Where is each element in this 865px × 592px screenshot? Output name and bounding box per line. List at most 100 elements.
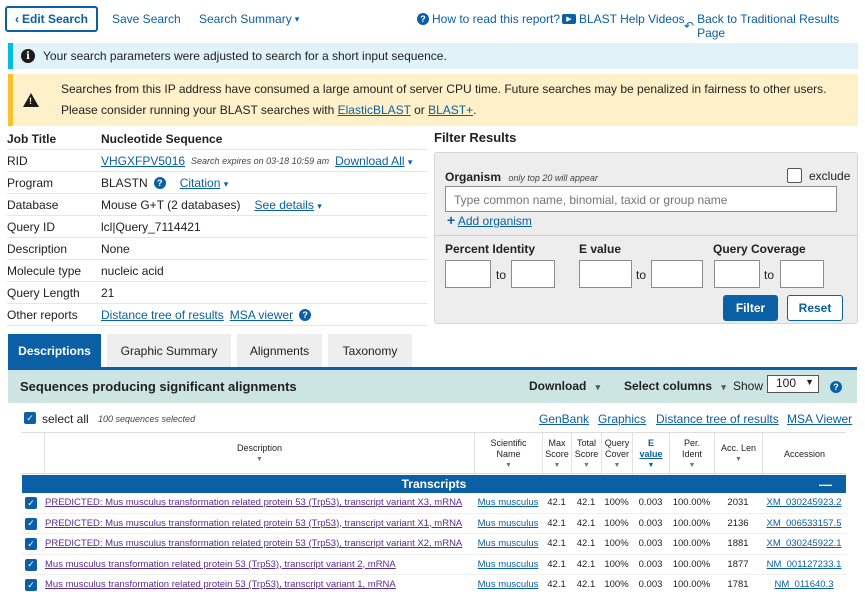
question-icon[interactable]: ? — [830, 381, 842, 393]
msa-viewer-link[interactable]: MSA Viewer — [787, 412, 852, 426]
chevron-down-icon: ▾ — [223, 178, 229, 189]
e-value-min-input[interactable] — [579, 260, 632, 288]
row-checkbox[interactable]: ✓ — [25, 517, 37, 530]
citation-dropdown[interactable]: Citation ▾ — [180, 176, 229, 190]
col-acc-len[interactable]: Acc. Len ▼ — [714, 433, 762, 475]
e-value-label: E value — [579, 242, 622, 256]
info-icon: i — [21, 49, 35, 63]
scientific-name-link[interactable]: Mus musculus — [474, 579, 542, 590]
tab-alignments[interactable]: Alignments — [237, 334, 322, 367]
show-count-select[interactable]: 100 ▼ — [767, 375, 819, 393]
max-score: 42.1 — [547, 517, 566, 529]
row-checkbox[interactable]: ✓ — [25, 497, 37, 509]
help-icon[interactable]: ? — [299, 308, 312, 321]
col-total-score[interactable]: Total Score ▼ — [571, 433, 601, 475]
select-columns-dropdown[interactable]: Select columns ▾ — [624, 379, 726, 393]
col-description[interactable]: Description ▼ — [44, 433, 474, 475]
help-icon[interactable]: ? — [153, 176, 166, 189]
download-all-dropdown[interactable]: Download All ▾ — [335, 154, 412, 168]
help-videos-link[interactable]: ▶ BLAST Help Videos — [562, 12, 685, 26]
chevron-down-icon: ▾ — [407, 156, 413, 167]
download-dropdown[interactable]: Download ▾ — [529, 379, 600, 393]
row-checkbox[interactable]: ✓ — [25, 579, 37, 591]
chevron-left-icon: ‹ — [14, 12, 19, 26]
filter-button[interactable]: Filter — [723, 295, 778, 321]
reset-button[interactable]: Reset — [787, 295, 843, 321]
row-checkbox[interactable]: ✓ — [25, 558, 37, 571]
genbank-link[interactable]: GenBank — [539, 412, 589, 426]
warning-icon: ! — [23, 93, 39, 107]
organism-label: Organism only top 20 will appear — [445, 170, 598, 184]
e-value: 0.003 — [638, 558, 663, 570]
scientific-name-link[interactable]: Mus musculus — [474, 518, 542, 529]
scientific-name-link[interactable]: Mus musculus — [474, 538, 542, 549]
col-e-value[interactable]: Evalue ▼ — [632, 433, 669, 475]
query-coverage-min-input[interactable] — [714, 260, 760, 288]
col-max-score[interactable]: Max Score ▼ — [542, 433, 571, 475]
search-summary-dropdown[interactable]: Search Summary ▾ — [199, 12, 299, 26]
accession-link[interactable]: NM_001127233.1 — [762, 559, 846, 570]
acc-len: 1881 — [727, 538, 749, 549]
distance-tree-link[interactable]: Distance tree of results — [101, 308, 224, 322]
percent-identity: 100.00% — [672, 538, 711, 549]
exclude-checkbox[interactable] — [787, 168, 802, 183]
info-banner: i Your search parameters were adjusted t… — [8, 43, 858, 69]
filter-results-title: Filter Results — [434, 130, 517, 145]
total-score: 42.1 — [576, 558, 596, 570]
accession-link[interactable]: XM_030245923.2 — [762, 497, 846, 508]
graphics-link[interactable]: Graphics — [598, 412, 646, 426]
percent-identity: 100.00% — [672, 558, 711, 570]
accession-link[interactable]: NM_011640.3 — [762, 579, 846, 590]
accession-link[interactable]: XM_006533157.5 — [762, 518, 846, 529]
scientific-name-link[interactable]: Mus musculus — [474, 497, 542, 508]
col-accession[interactable]: Accession — [762, 433, 846, 475]
group-header-transcripts[interactable]: Transcripts — — [22, 475, 846, 493]
col-percent-identity[interactable]: Per. Ident ▼ — [669, 433, 714, 475]
max-score: 42.1 — [547, 579, 566, 590]
tab-taxonomy[interactable]: Taxonomy — [328, 334, 412, 367]
row-checkbox[interactable]: ✓ — [25, 538, 37, 550]
edit-search-button[interactable]: ‹ Edit Search — [5, 6, 98, 32]
distance-tree-link[interactable]: Distance tree of results — [656, 412, 779, 426]
tab-graphic-summary[interactable]: Graphic Summary — [107, 334, 231, 367]
blastplus-link[interactable]: BLAST+ — [428, 103, 473, 117]
percent-identity-label: Percent Identity — [445, 242, 536, 256]
database-row: Database Mouse G+T (2 databases) See det… — [7, 194, 427, 216]
scientific-name-link[interactable]: Mus musculus — [474, 559, 542, 570]
how-to-read-link[interactable]: ? How to read this report? — [417, 12, 560, 26]
results-table: Description ▼ Scientific Name ▼ Max Score ▼ T… — [22, 432, 846, 592]
percent-identity-min-input[interactable] — [445, 260, 491, 288]
organism-input[interactable]: Type common name, binomial, taxid or gro… — [445, 186, 837, 212]
select-all-row: ✓ select all 100 sequences selected GenB… — [8, 408, 857, 430]
description-link[interactable]: PREDICTED: Mus musculus transformation r… — [45, 518, 462, 529]
back-traditional-link[interactable]: ↶ Back to Traditional Results Page — [684, 12, 865, 40]
accession-link[interactable]: XM_030245922.1 — [762, 538, 846, 549]
see-details-dropdown[interactable]: See details ▾ — [255, 198, 322, 212]
exclude-label: exclude — [809, 169, 851, 183]
max-score: 42.1 — [547, 538, 566, 549]
save-search-link[interactable]: Save Search — [112, 12, 181, 26]
description-link[interactable]: PREDICTED: Mus musculus transformation r… — [45, 538, 462, 549]
add-organism-link[interactable]: + Add organism — [447, 212, 532, 228]
col-query-cover[interactable]: Query Cover ▼ — [601, 433, 632, 475]
collapse-icon[interactable]: — — [819, 477, 832, 492]
elasticblast-link[interactable]: ElasticBLAST — [338, 103, 411, 117]
percent-identity-max-input[interactable] — [511, 260, 555, 288]
top-toolbar: ‹ Edit Search Save Search Search Summary… — [0, 0, 865, 40]
description-link[interactable]: PREDICTED: Mus musculus transformation r… — [45, 497, 462, 508]
query-coverage-max-input[interactable] — [780, 260, 824, 288]
e-value-max-input[interactable] — [651, 260, 703, 288]
select-all-checkbox[interactable]: ✓ — [24, 412, 36, 424]
e-value: 0.003 — [638, 538, 663, 549]
chevron-down-icon: ▾ — [294, 13, 300, 24]
description-link[interactable]: Mus musculus transformation related prot… — [45, 579, 396, 590]
msa-viewer-link[interactable]: MSA viewer — [230, 308, 293, 322]
table-body: ✓ PREDICTED: Mus musculus transformation … — [22, 493, 846, 592]
question-icon: ? — [417, 13, 429, 25]
rid-row: RID VHGXFPV5016 Search expires on 03-18 … — [7, 150, 427, 172]
description-link[interactable]: Mus musculus transformation related prot… — [45, 559, 396, 570]
tab-descriptions[interactable]: Descriptions — [8, 334, 101, 367]
rid-link[interactable]: VHGXFPV5016 — [101, 154, 185, 168]
e-value: 0.003 — [638, 497, 663, 508]
col-scientific-name[interactable]: Scientific Name ▼ — [474, 433, 542, 475]
